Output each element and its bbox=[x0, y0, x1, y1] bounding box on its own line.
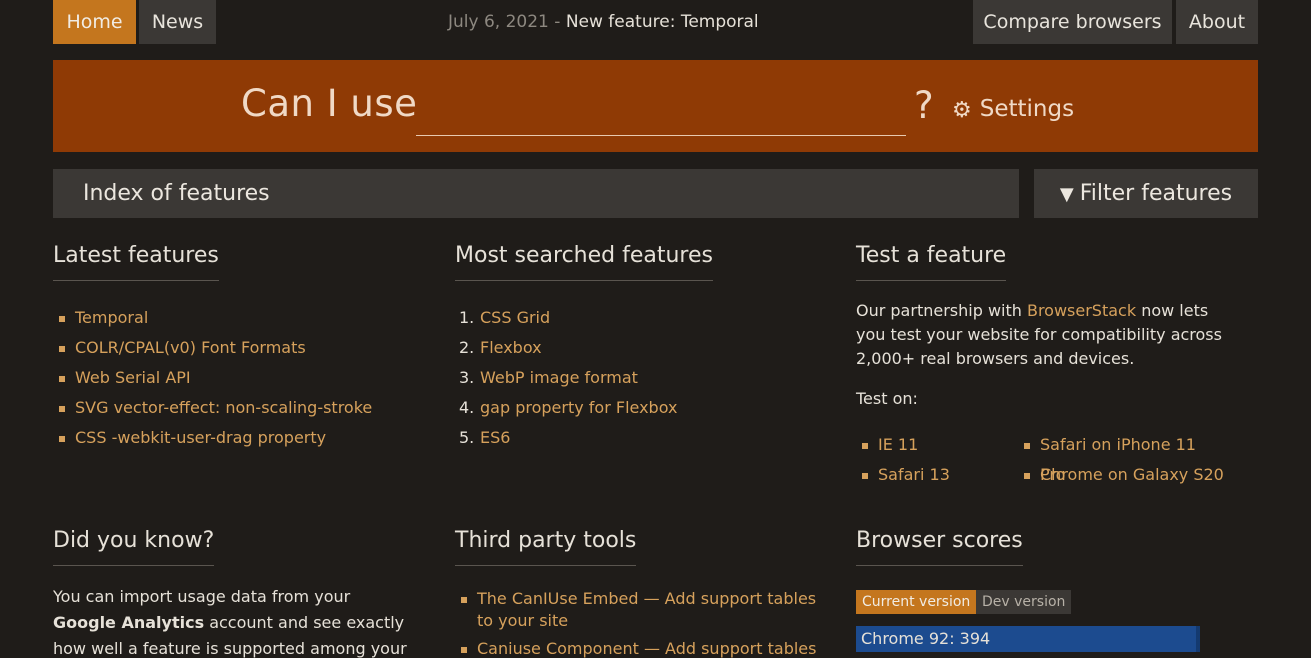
latest-features-list: Temporal COLR/CPAL(v0) Font Formats Web … bbox=[53, 303, 433, 453]
latest-features-section: Latest features Temporal COLR/CPAL(v0) F… bbox=[53, 243, 433, 453]
tool-link[interactable]: The CanIUse Embed — Add support tables t… bbox=[477, 589, 816, 630]
news-title[interactable]: New feature: Temporal bbox=[566, 12, 759, 32]
did-you-know-heading: Did you know? bbox=[53, 528, 215, 566]
test-text-before: Our partnership with bbox=[856, 301, 1027, 320]
nav-news-link[interactable]: News bbox=[139, 0, 216, 44]
feature-link[interactable]: COLR/CPAL(v0) Font Formats bbox=[75, 338, 306, 357]
list-item: Safari 13 bbox=[856, 460, 950, 490]
test-on-label: Test on: bbox=[856, 389, 918, 408]
feature-link[interactable]: CSS -webkit-user-drag property bbox=[75, 428, 326, 447]
list-item: Temporal bbox=[53, 303, 433, 333]
feature-link[interactable]: ES6 bbox=[480, 428, 510, 447]
latest-features-heading: Latest features bbox=[53, 243, 219, 281]
most-searched-list: 1. CSS Grid 2. Flexbox 3. WebP image format… bbox=[455, 303, 835, 453]
list-number: 4. bbox=[459, 398, 475, 417]
filter-label: Filter features bbox=[1079, 181, 1233, 206]
know-bold: Google Analytics bbox=[53, 613, 205, 632]
search-question-mark: ? bbox=[914, 84, 934, 127]
know-text-1: You can import usage data from your bbox=[53, 587, 351, 606]
list-number: 2. bbox=[459, 338, 475, 357]
filter-features-button[interactable]: ▼ Filter features bbox=[1034, 169, 1258, 218]
tool-link[interactable]: Caniuse Component — Add support tables t… bbox=[477, 639, 816, 658]
feature-link[interactable]: Web Serial API bbox=[75, 368, 191, 387]
browser-scores-heading: Browser scores bbox=[856, 528, 1023, 566]
feature-link[interactable]: SVG vector-effect: non-scaling-stroke bbox=[75, 398, 372, 417]
test-browser-link[interactable]: IE 11 bbox=[878, 435, 918, 454]
test-description: Our partnership with BrowserStack now le… bbox=[856, 299, 1226, 371]
list-item: COLR/CPAL(v0) Font Formats bbox=[53, 333, 433, 363]
list-number: 1. bbox=[459, 308, 475, 327]
feature-link[interactable]: Temporal bbox=[75, 308, 148, 327]
list-item: Chrome on Galaxy S20 bbox=[1018, 460, 1224, 490]
feature-link[interactable]: Flexbox bbox=[480, 338, 542, 357]
score-bar[interactable]: Chrome 92: 394 bbox=[856, 626, 1200, 652]
news-date: July 6, 2021 bbox=[448, 12, 549, 32]
test-browser-list: IE 11 Safari on iPhone 11 Pro Safari 13 … bbox=[856, 430, 1226, 490]
search-banner: Can I use ? ⚙ Settings bbox=[53, 60, 1258, 152]
list-item: 3. WebP image format bbox=[455, 363, 835, 393]
list-item: The CanIUse Embed — Add support tables t… bbox=[455, 588, 825, 632]
list-item: IE 11 bbox=[856, 430, 918, 460]
list-item: 4. gap property for Flexbox bbox=[455, 393, 835, 423]
list-number: 3. bbox=[459, 368, 475, 387]
news-separator: - bbox=[554, 12, 561, 32]
settings-label: Settings bbox=[979, 96, 1075, 122]
list-item: Web Serial API bbox=[53, 363, 433, 393]
browser-scores-section: Browser scores Current version Dev versi… bbox=[856, 528, 1226, 652]
third-party-tools-list: The CanIUse Embed — Add support tables t… bbox=[455, 588, 825, 658]
tab-current-version[interactable]: Current version bbox=[856, 590, 977, 614]
third-party-tools-section: Third party tools The CanIUse Embed — Ad… bbox=[455, 528, 825, 658]
search-label: Can I use bbox=[241, 82, 418, 125]
feature-link[interactable]: CSS Grid bbox=[480, 308, 550, 327]
gear-icon: ⚙ bbox=[952, 98, 972, 123]
test-feature-heading: Test a feature bbox=[856, 243, 1007, 281]
nav-home-link[interactable]: Home bbox=[53, 0, 136, 44]
feature-link[interactable]: WebP image format bbox=[480, 368, 638, 387]
list-item: 5. ES6 bbox=[455, 423, 835, 453]
did-you-know-text: You can import usage data from your Goog… bbox=[53, 584, 413, 658]
most-searched-section: Most searched features 1. CSS Grid 2. Flex… bbox=[455, 243, 835, 453]
score-tabs: Current version Dev version bbox=[856, 590, 1226, 614]
nav-compare-browsers-link[interactable]: Compare browsers bbox=[973, 0, 1172, 44]
list-number: 5. bbox=[459, 428, 475, 447]
filter-icon: ▼ bbox=[1059, 184, 1074, 205]
nav-about-link[interactable]: About bbox=[1176, 0, 1258, 44]
test-browser-link[interactable]: Chrome on Galaxy S20 bbox=[1040, 465, 1224, 484]
test-browser-link[interactable]: Safari 13 bbox=[878, 465, 950, 484]
browserstack-link[interactable]: BrowserStack bbox=[1027, 301, 1136, 320]
feature-link[interactable]: gap property for Flexbox bbox=[480, 398, 677, 417]
most-searched-heading: Most searched features bbox=[455, 243, 713, 281]
tab-dev-version[interactable]: Dev version bbox=[976, 590, 1072, 614]
latest-news[interactable]: July 6, 2021 - New feature: Temporal bbox=[448, 0, 759, 44]
index-of-features-button[interactable]: Index of features bbox=[53, 169, 1019, 218]
list-item: 1. CSS Grid bbox=[455, 303, 835, 333]
did-you-know-section: Did you know? You can import usage data … bbox=[53, 528, 413, 658]
settings-button[interactable]: ⚙ Settings bbox=[952, 96, 1074, 123]
list-item: Caniuse Component — Add support tables t… bbox=[455, 638, 825, 658]
list-item: CSS -webkit-user-drag property bbox=[53, 423, 433, 453]
top-nav: Home News July 6, 2021 - New feature: Te… bbox=[53, 0, 1258, 44]
list-item: SVG vector-effect: non-scaling-stroke bbox=[53, 393, 433, 423]
test-feature-section: Test a feature Our partnership with Brow… bbox=[856, 243, 1226, 490]
list-item: 2. Flexbox bbox=[455, 333, 835, 363]
third-party-tools-heading: Third party tools bbox=[455, 528, 637, 566]
search-input[interactable] bbox=[416, 88, 906, 136]
